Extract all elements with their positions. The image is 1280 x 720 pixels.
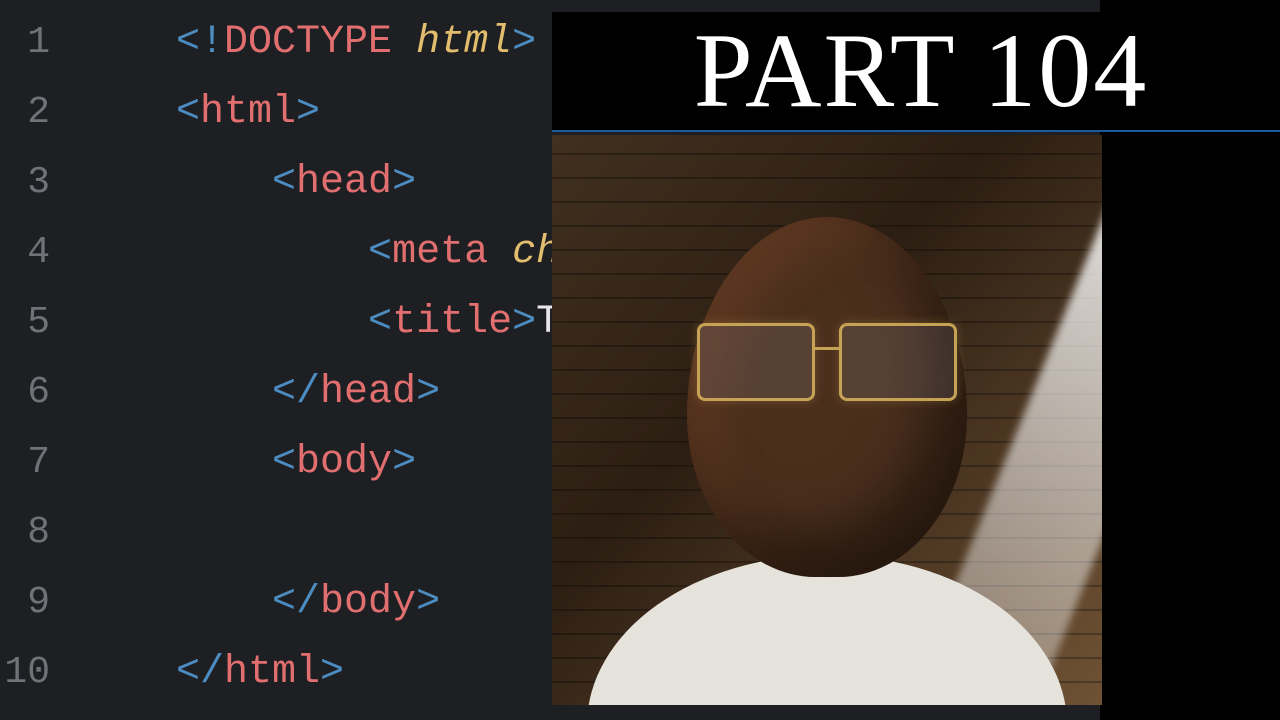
- token-tag: body: [296, 440, 392, 485]
- line-code: <html>: [80, 78, 320, 148]
- token-tag: html: [224, 650, 320, 695]
- line-number: 6: [0, 358, 80, 428]
- token-pun: >: [416, 370, 440, 415]
- line-number: 7: [0, 428, 80, 498]
- token-pun: </: [272, 580, 320, 625]
- glasses-lens-right: [839, 323, 957, 401]
- line-number: 8: [0, 498, 80, 568]
- token-pun: <!: [176, 20, 224, 65]
- token-pun: </: [272, 370, 320, 415]
- token-tag: title: [392, 300, 512, 345]
- token-decl: DOCTYPE: [224, 20, 416, 65]
- line-code: [80, 498, 176, 568]
- line-number: 3: [0, 148, 80, 218]
- token-pun: >: [416, 580, 440, 625]
- token-pun: <: [368, 300, 392, 345]
- part-title-text: PART 104: [694, 10, 1148, 132]
- portrait-glasses: [697, 323, 957, 403]
- line-number: 5: [0, 288, 80, 358]
- token-tag: html: [200, 90, 296, 135]
- line-number: 10: [0, 638, 80, 708]
- line-code: <body>: [80, 428, 416, 498]
- line-code: </html>: [80, 638, 344, 708]
- token-pun: >: [392, 160, 416, 205]
- token-pun: >: [392, 440, 416, 485]
- token-pun: </: [176, 650, 224, 695]
- glasses-lens-left: [697, 323, 815, 401]
- line-number: 9: [0, 568, 80, 638]
- glasses-bridge: [812, 347, 842, 350]
- token-pun: <: [272, 440, 296, 485]
- token-tag: meta: [392, 230, 512, 275]
- line-number: 1: [0, 8, 80, 78]
- token-pun: >: [320, 650, 344, 695]
- line-number: 2: [0, 78, 80, 148]
- token-pun: >: [512, 300, 536, 345]
- line-number: 4: [0, 218, 80, 288]
- token-tag: body: [320, 580, 416, 625]
- token-pun: <: [368, 230, 392, 275]
- token-pun: >: [296, 90, 320, 135]
- token-pun: <: [176, 90, 200, 135]
- token-tag: head: [320, 370, 416, 415]
- presenter-portrait: [552, 135, 1102, 705]
- token-pun: <: [272, 160, 296, 205]
- line-code: </body>: [80, 568, 440, 638]
- line-code: </head>: [80, 358, 440, 428]
- token-tag: head: [296, 160, 392, 205]
- token-pun: >: [512, 20, 536, 65]
- line-code: <!DOCTYPE html>: [80, 8, 536, 78]
- part-title-banner: PART 104: [552, 12, 1280, 132]
- line-code: <head>: [80, 148, 416, 218]
- token-attr: html: [416, 20, 512, 65]
